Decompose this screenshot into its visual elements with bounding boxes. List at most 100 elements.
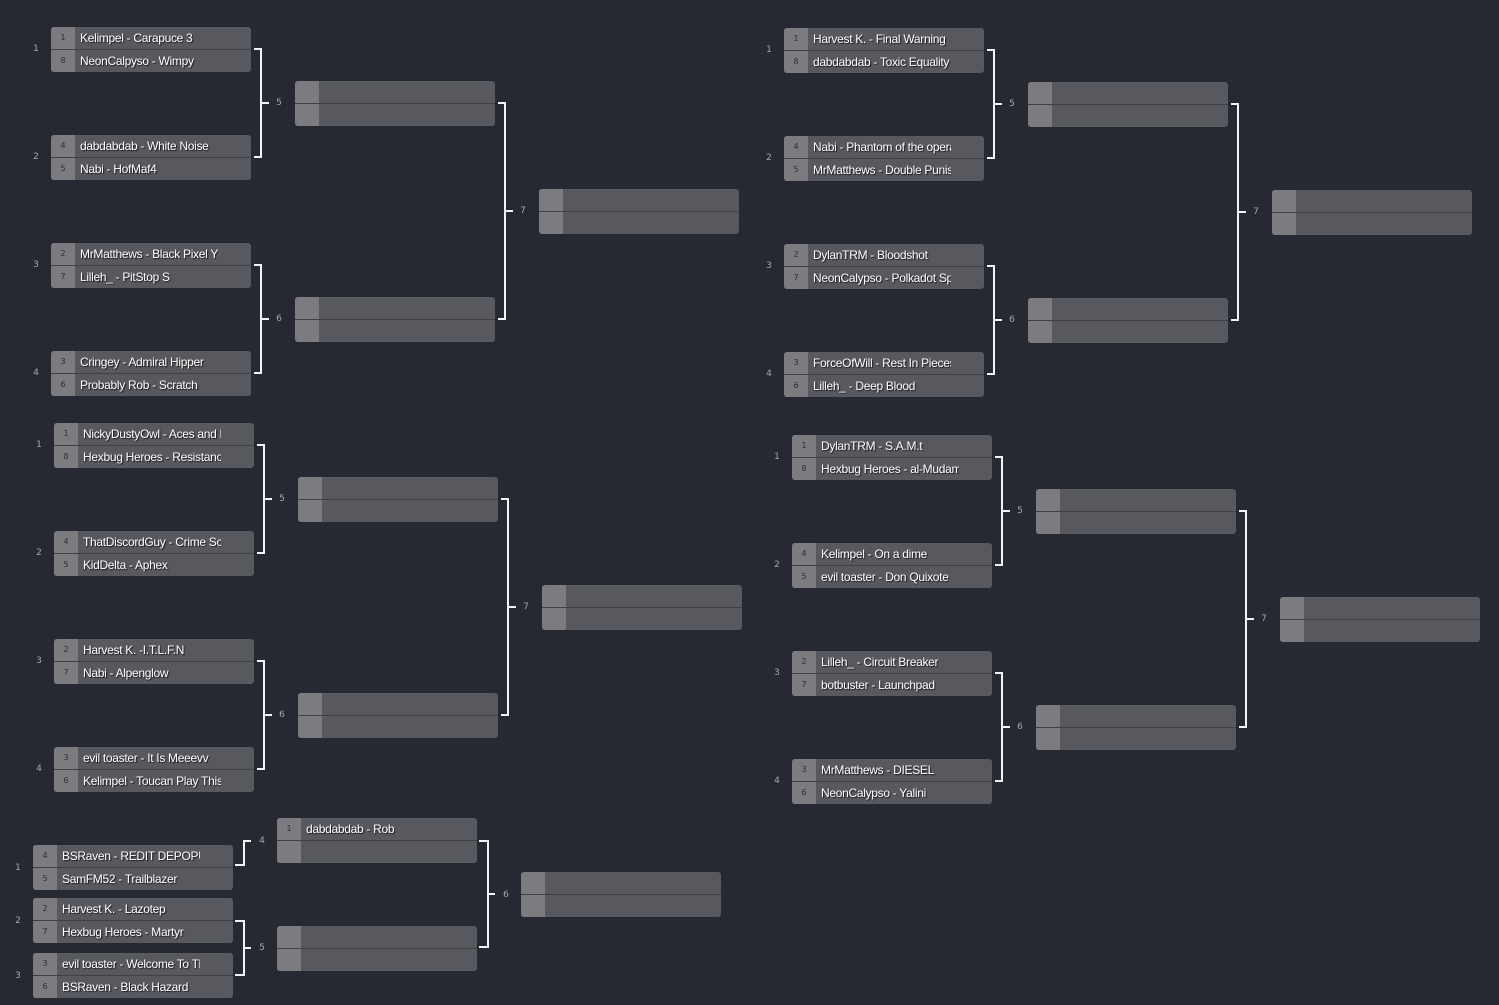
match-box[interactable]	[1028, 82, 1228, 127]
match-slot[interactable]	[542, 585, 742, 607]
match-slot[interactable]: 3 MrMatthews - DIESEL	[792, 759, 992, 781]
match-box[interactable]: 1 Kelimpel - Carapuce 3 8 NeonCalpyso - Wi…	[51, 27, 251, 72]
match-slot[interactable]	[1028, 320, 1228, 343]
match-slot[interactable]	[295, 103, 495, 126]
match-box[interactable]: 2 DylanTRM - Bloodshot 7 NeonCalypso - Pol…	[784, 244, 984, 289]
final-match-box[interactable]	[542, 585, 742, 630]
match-slot[interactable]	[1036, 489, 1236, 511]
match-slot[interactable]	[521, 894, 721, 917]
match-slot[interactable]	[298, 715, 498, 738]
match-slot[interactable]	[1028, 82, 1228, 104]
match-slot[interactable]: 7 Hexbug Heroes - Martyr	[33, 920, 233, 943]
match-slot[interactable]	[1280, 597, 1480, 619]
match-box[interactable]: 2 MrMatthews - Black Pixel Y2 7 Lilleh_ - …	[51, 243, 251, 288]
final-match-box[interactable]	[1280, 597, 1480, 642]
match-slot[interactable]	[298, 693, 498, 715]
match-box[interactable]: 2 Harvest K. - Lazotep 7 Hexbug Heroes - M…	[33, 898, 233, 943]
match-slot[interactable]: 1 DylanTRM - S.A.M.t	[792, 435, 992, 457]
match-slot[interactable]	[277, 926, 477, 948]
match-box[interactable]: 1 NickyDustyOwl - Aces and E 8 Hexbug Hero…	[54, 423, 254, 468]
match-box[interactable]	[277, 926, 477, 971]
match-slot[interactable]: 5 evil toaster - Don Quixote	[792, 565, 992, 588]
match-box[interactable]: 4 Nabi - Phantom of the opera 5 MrMatthews…	[784, 136, 984, 181]
match-slot[interactable]: 1 NickyDustyOwl - Aces and E	[54, 423, 254, 445]
match-slot[interactable]: 6 Probably Rob - Scratch	[51, 373, 251, 396]
match-slot[interactable]: 2 MrMatthews - Black Pixel Y2	[51, 243, 251, 265]
match-box[interactable]	[295, 297, 495, 342]
match-slot[interactable]: 7 NeonCalypso - Polkadot Spi	[784, 266, 984, 289]
match-slot[interactable]: 6 NeonCalypso - Yalini	[792, 781, 992, 804]
match-slot[interactable]: 7 Nabi - Alpenglow	[54, 661, 254, 684]
match-box[interactable]: 3 Cringey - Admiral Hipper 6 Probably Rob …	[51, 351, 251, 396]
match-box[interactable]: 3 evil toaster - Welcome To Th 6 BSRaven -…	[33, 953, 233, 998]
match-box[interactable]: 2 Lilleh_ - Circuit Breaker 7 botbuster - …	[792, 651, 992, 696]
match-slot[interactable]: 3 evil toaster - It Is Meeevv	[54, 747, 254, 769]
match-box[interactable]: 2 Harvest K. -I.T.L.F.N 7 Nabi - Alpenglow	[54, 639, 254, 684]
match-slot[interactable]: 5 MrMatthews - Double Punish	[784, 158, 984, 181]
match-slot[interactable]: 2 Harvest K. - Lazotep	[33, 898, 233, 920]
match-slot[interactable]: 3 ForceOfWill - Rest In Pieces	[784, 352, 984, 374]
match-slot[interactable]: 8 NeonCalpyso - Wimpy	[51, 49, 251, 72]
match-slot[interactable]: 4 Nabi - Phantom of the opera	[784, 136, 984, 158]
match-slot[interactable]: 6 Lilleh_ - Deep Blood	[784, 374, 984, 397]
match-box[interactable]	[1028, 298, 1228, 343]
match-slot[interactable]: 3 Cringey - Admiral Hipper	[51, 351, 251, 373]
match-slot[interactable]	[539, 189, 739, 211]
match-box[interactable]: 4 dabdabdab - White Noise 5 Nabi - HofMaf4	[51, 135, 251, 180]
match-box[interactable]: 4 BSRaven - REDIT DEPOPUL 5 SamFM52 - Trai…	[33, 845, 233, 890]
match-slot[interactable]: 6 BSRaven - Black Hazard	[33, 975, 233, 998]
match-slot[interactable]	[1272, 190, 1472, 212]
match-slot[interactable]	[1272, 212, 1472, 235]
match-box[interactable]: 3 evil toaster - It Is Meeevv 6 Kelimpel -…	[54, 747, 254, 792]
match-box[interactable]	[1036, 705, 1236, 750]
match-box[interactable]	[298, 693, 498, 738]
match-slot[interactable]: 5 Nabi - HofMaf4	[51, 157, 251, 180]
match-slot[interactable]: 8 Hexbug Heroes - Resistance	[54, 445, 254, 468]
match-slot[interactable]	[295, 319, 495, 342]
match-slot[interactable]	[1036, 727, 1236, 750]
match-slot[interactable]	[277, 948, 477, 971]
match-slot[interactable]	[1028, 298, 1228, 320]
match-slot[interactable]: 1 Harvest K. - Final Warning	[784, 28, 984, 50]
match-slot[interactable]	[542, 607, 742, 630]
match-box[interactable]: 1 DylanTRM - S.A.M.t 8 Hexbug Heroes - al-…	[792, 435, 992, 480]
match-slot[interactable]	[1036, 511, 1236, 534]
match-slot[interactable]: 2 Lilleh_ - Circuit Breaker	[792, 651, 992, 673]
match-slot[interactable]	[277, 840, 477, 863]
match-slot[interactable]: 1 dabdabdab - Rob	[277, 818, 477, 840]
match-slot[interactable]: 7 botbuster - Launchpad	[792, 673, 992, 696]
match-slot[interactable]: 3 evil toaster - Welcome To Th	[33, 953, 233, 975]
match-slot[interactable]: 1 Kelimpel - Carapuce 3	[51, 27, 251, 49]
match-box[interactable]	[1036, 489, 1236, 534]
match-slot[interactable]	[295, 81, 495, 103]
match-slot[interactable]: 4 dabdabdab - White Noise	[51, 135, 251, 157]
match-slot[interactable]	[1028, 104, 1228, 127]
match-slot[interactable]	[295, 297, 495, 319]
match-slot[interactable]	[1280, 619, 1480, 642]
match-slot[interactable]	[539, 211, 739, 234]
final-match-box[interactable]	[1272, 190, 1472, 235]
match-slot[interactable]: 5 KidDelta - Aphex	[54, 553, 254, 576]
match-slot[interactable]	[298, 499, 498, 522]
match-slot[interactable]: 8 dabdabdab - Toxic Equality	[784, 50, 984, 73]
match-box[interactable]: 3 MrMatthews - DIESEL 6 NeonCalypso - Yali…	[792, 759, 992, 804]
match-slot[interactable]	[521, 872, 721, 894]
match-slot[interactable]: 4 BSRaven - REDIT DEPOPUL	[33, 845, 233, 867]
match-slot[interactable]: 6 Kelimpel - Toucan Play This	[54, 769, 254, 792]
match-box[interactable]: 1 Harvest K. - Final Warning 8 dabdabdab -…	[784, 28, 984, 73]
match-box[interactable]	[298, 477, 498, 522]
match-slot[interactable]: 4 ThatDiscordGuy - Crime Sce	[54, 531, 254, 553]
final-match-box[interactable]	[521, 872, 721, 917]
match-box[interactable]: 1 dabdabdab - Rob	[277, 818, 477, 863]
match-box[interactable]	[295, 81, 495, 126]
final-match-box[interactable]	[539, 189, 739, 234]
match-slot[interactable]: 8 Hexbug Heroes - al-Mudami	[792, 457, 992, 480]
match-slot[interactable]: 5 SamFM52 - Trailblazer	[33, 867, 233, 890]
match-slot[interactable]: 4 Kelimpel - On a dime	[792, 543, 992, 565]
match-box[interactable]: 4 Kelimpel - On a dime 5 evil toaster - Do…	[792, 543, 992, 588]
match-box[interactable]: 3 ForceOfWill - Rest In Pieces 6 Lilleh_ -…	[784, 352, 984, 397]
match-slot[interactable]: 7 Lilleh_ - PitStop S	[51, 265, 251, 288]
match-slot[interactable]	[298, 477, 498, 499]
match-slot[interactable]: 2 DylanTRM - Bloodshot	[784, 244, 984, 266]
match-slot[interactable]	[1036, 705, 1236, 727]
